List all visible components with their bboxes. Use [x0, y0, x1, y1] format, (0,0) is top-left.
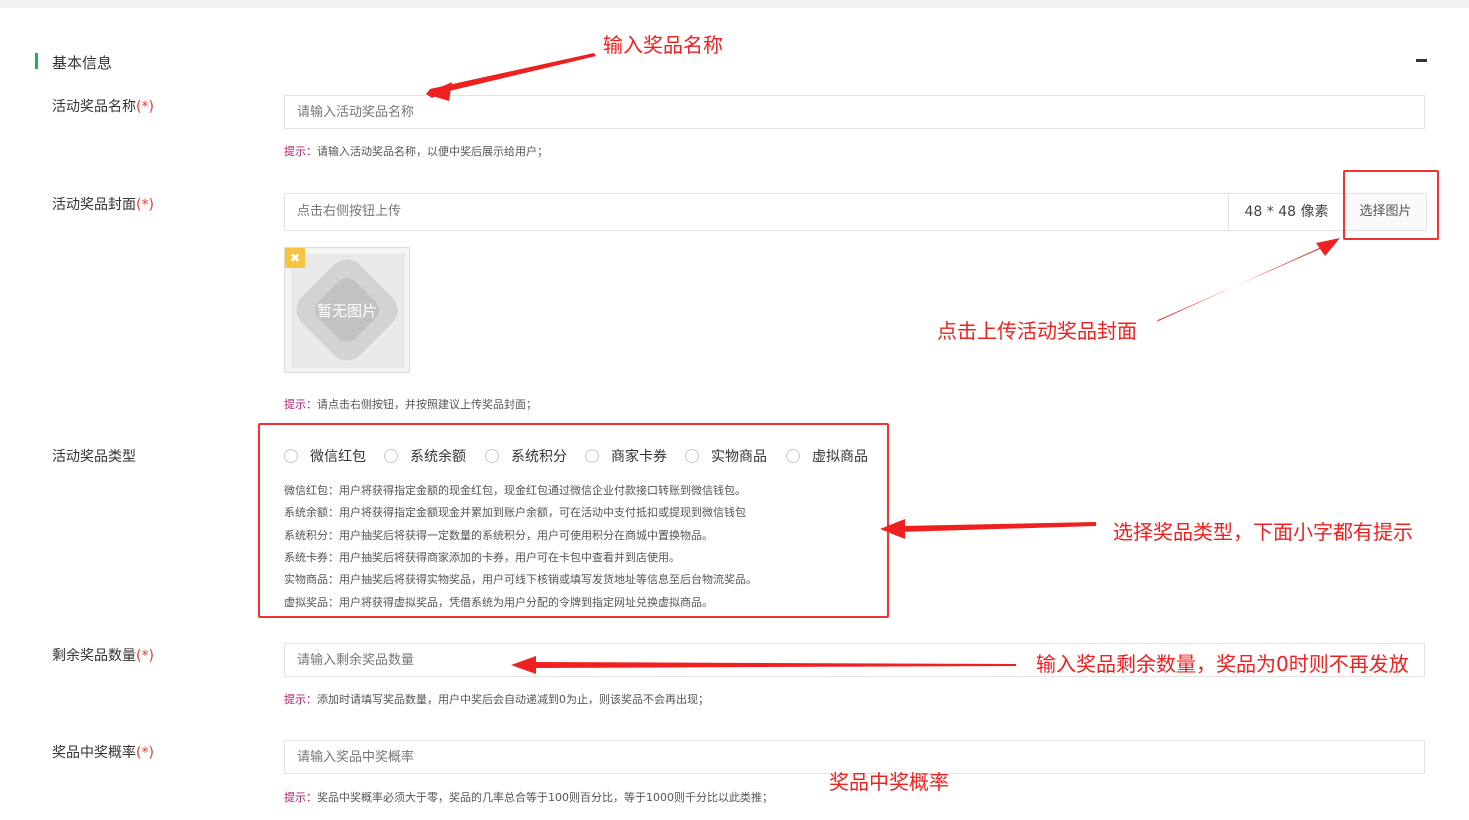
arrow-to-name-input [426, 53, 596, 98]
annotation-name: 输入奖品名称 [603, 33, 723, 57]
annotation-probability: 奖品中奖概率 [829, 770, 949, 794]
arrowhead-type [880, 519, 905, 539]
arrow-to-type-box [900, 522, 1096, 532]
arrow-to-choose-image [1156, 245, 1326, 322]
annotation-cover: 点击上传活动奖品封面 [937, 319, 1137, 343]
arrowhead-remaining [511, 656, 536, 674]
annotation-type: 选择奖品类型，下面小字都有提示 [1113, 520, 1413, 544]
arrow-to-remaining-input [530, 662, 1016, 668]
annotation-arrows [426, 53, 1340, 674]
annotation-remaining: 输入奖品剩余数量，奖品为0时则不再发放 [1036, 652, 1409, 676]
arrowhead-cover [1316, 238, 1340, 256]
